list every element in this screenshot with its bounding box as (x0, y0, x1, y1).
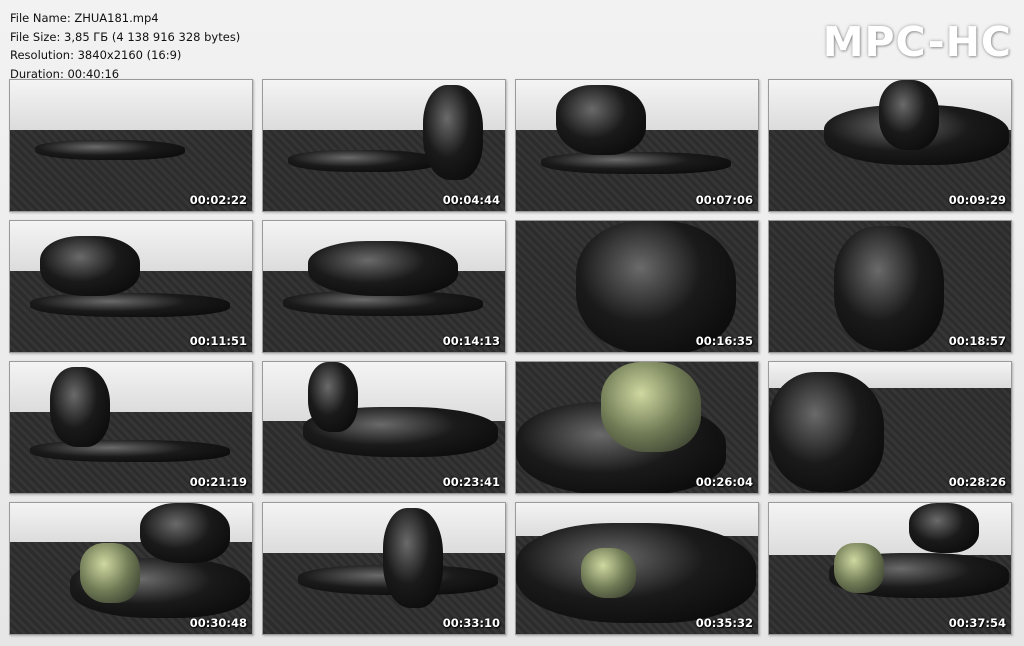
timestamp: 00:11:51 (189, 334, 247, 348)
thumbnail-6[interactable]: 00:14:13 (262, 220, 506, 353)
timestamp: 00:23:41 (442, 475, 500, 489)
thumbnail-grid: 00:02:22 00:04:44 00:07:06 00:09:29 00:1… (9, 79, 1012, 635)
thumbnail-11[interactable]: 00:26:04 (515, 361, 759, 494)
file-info-panel: File Name: ZHUA181.mp4 File Size: 3,85 Г… (10, 9, 240, 83)
file-size-text: File Size: 3,85 ГБ (4 138 916 328 bytes) (10, 29, 241, 44)
timestamp: 00:04:44 (442, 193, 500, 207)
timestamp: 00:28:26 (948, 475, 1006, 489)
thumbnail-16[interactable]: 00:37:54 (768, 502, 1012, 635)
thumbnail-3[interactable]: 00:07:06 (515, 79, 759, 212)
timestamp: 00:16:35 (695, 334, 753, 348)
timestamp: 00:21:19 (189, 475, 247, 489)
thumbnail-13[interactable]: 00:30:48 (9, 502, 253, 635)
timestamp: 00:07:06 (695, 193, 753, 207)
resolution-text: Resolution: 3840x2160 (16:9) (10, 48, 182, 62)
thumbnail-5[interactable]: 00:11:51 (9, 220, 253, 353)
thumbnail-1[interactable]: 00:02:22 (9, 79, 253, 212)
thumbnail-7[interactable]: 00:16:35 (515, 220, 759, 353)
thumbnail-12[interactable]: 00:28:26 (768, 361, 1012, 494)
thumbnail-10[interactable]: 00:23:41 (262, 361, 506, 494)
file-name-text: File Name: ZHUA181.mp4 (10, 11, 159, 25)
timestamp: 00:33:10 (442, 616, 500, 630)
timestamp: 00:02:22 (189, 193, 247, 207)
timestamp: 00:35:32 (695, 616, 753, 630)
timestamp: 00:18:57 (948, 334, 1006, 348)
timestamp: 00:14:13 (442, 334, 500, 348)
thumbnail-2[interactable]: 00:04:44 (262, 79, 506, 212)
thumbnail-15[interactable]: 00:35:32 (515, 502, 759, 635)
thumbnail-4[interactable]: 00:09:29 (768, 79, 1012, 212)
timestamp: 00:26:04 (695, 475, 753, 489)
timestamp: 00:30:48 (189, 616, 247, 630)
timestamp: 00:37:54 (948, 616, 1006, 630)
thumbnail-14[interactable]: 00:33:10 (262, 502, 506, 635)
mpc-hc-logo: MPC-HC (822, 18, 1012, 66)
thumbnail-8[interactable]: 00:18:57 (768, 220, 1012, 353)
timestamp: 00:09:29 (948, 193, 1006, 207)
thumbnail-9[interactable]: 00:21:19 (9, 361, 253, 494)
